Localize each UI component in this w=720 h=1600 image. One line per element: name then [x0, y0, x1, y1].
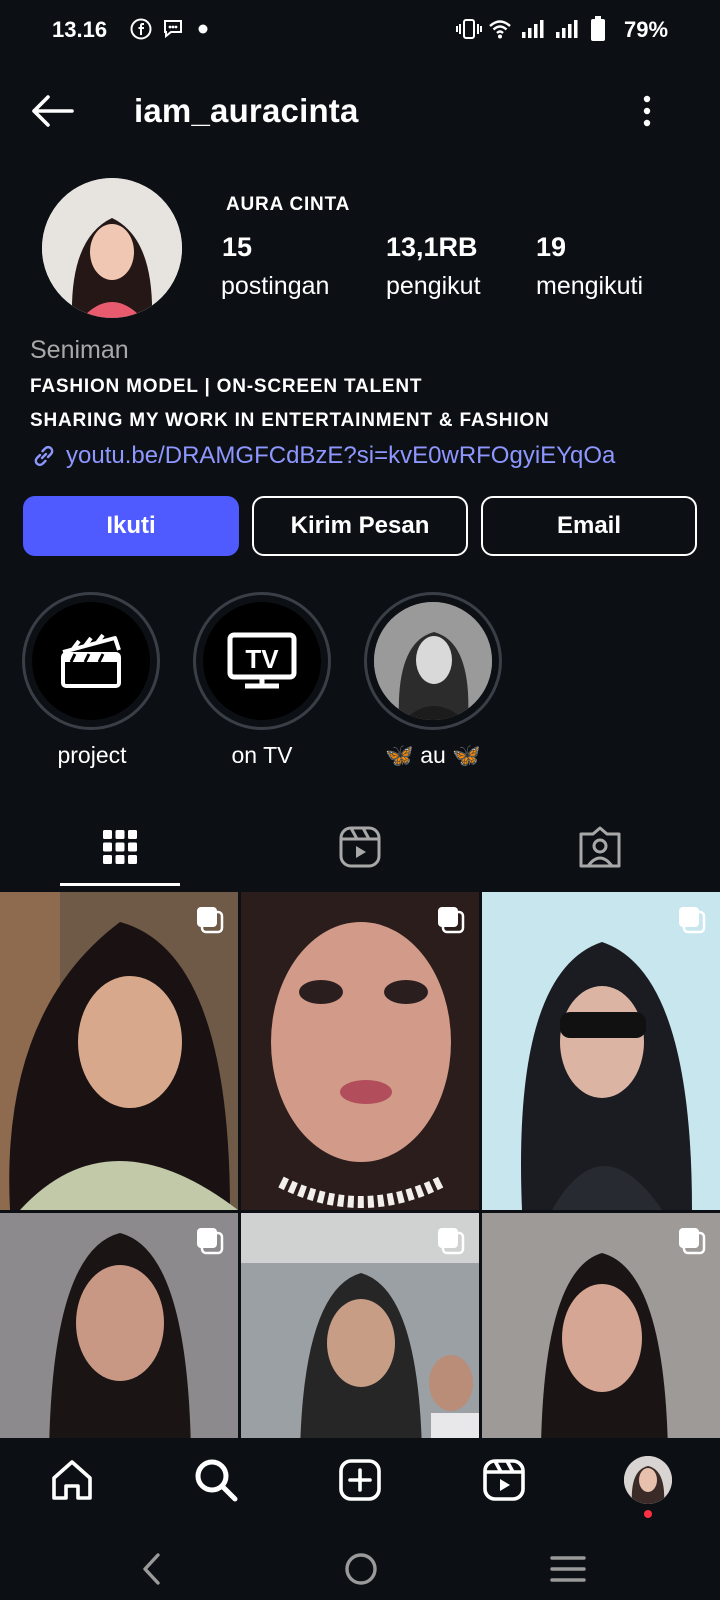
display-name: AURA CINTA [226, 194, 351, 215]
notification-dot-icon [198, 24, 208, 34]
bio-line-2: SHARING MY WORK IN ENTERTAINMENT & FASHI… [30, 410, 550, 431]
tv-icon: TV [227, 632, 297, 689]
signal-icon-2 [556, 20, 578, 38]
signal-icon [522, 20, 544, 38]
bio-line-1: FASHION MODEL | ON-SCREEN TALENT [30, 376, 423, 397]
header-username: iam_auracinta [134, 92, 359, 129]
multi-post-icon [438, 1228, 465, 1255]
multi-post-icon [679, 1228, 706, 1255]
follow-button[interactable]: Ikuti [23, 496, 239, 556]
highlight-project[interactable] [22, 592, 160, 730]
grid-icon [103, 830, 137, 864]
highlight-au-label: 🦋 au 🦋 [385, 742, 481, 768]
highlight-on-tv[interactable]: TV [193, 592, 331, 730]
post-thumbnail-2[interactable] [241, 892, 479, 1210]
profile-avatar-nav[interactable] [624, 1456, 672, 1504]
multi-post-icon [679, 907, 706, 934]
followers-label[interactable]: pengikut [386, 272, 481, 301]
system-navigation [0, 1538, 720, 1600]
multi-post-icon [197, 907, 224, 934]
svg-text:TV: TV [245, 644, 279, 674]
highlight-on-tv-label: on TV [231, 742, 293, 768]
following-count[interactable]: 19 [536, 232, 566, 263]
tab-grid[interactable] [0, 816, 240, 878]
system-home-icon[interactable] [344, 1552, 378, 1586]
posts-label: postingan [221, 272, 330, 300]
highlight-project-label: project [57, 742, 127, 768]
battery-level: 79% [624, 17, 669, 42]
status-bar: 13.16 79% [0, 0, 720, 62]
facebook-icon [130, 18, 152, 40]
system-back-icon[interactable] [140, 1552, 164, 1586]
multi-post-icon [438, 907, 465, 934]
following-label[interactable]: mengikuti [536, 272, 643, 301]
status-time: 13.16 [52, 17, 108, 42]
reels-icon[interactable] [482, 1458, 526, 1502]
messenger-icon [164, 20, 182, 39]
bio-link[interactable]: youtu.be/DRAMGFCdBzE?si=kvE0wRFOgyiEYqOa [30, 442, 615, 470]
active-tab-indicator [60, 883, 180, 886]
back-arrow-icon[interactable] [30, 94, 74, 128]
reels-tab-icon [339, 826, 381, 868]
create-icon[interactable] [338, 1458, 382, 1502]
system-recents-icon[interactable] [550, 1554, 586, 1584]
wifi-icon [489, 20, 511, 39]
home-icon[interactable] [50, 1458, 94, 1502]
message-button[interactable]: Kirim Pesan [252, 496, 468, 556]
bio-link-text[interactable]: youtu.be/DRAMGFCdBzE?si=kvE0wRFOgyiEYqOa [66, 442, 615, 470]
vibrate-icon [456, 19, 482, 39]
bottom-navigation [0, 1438, 720, 1538]
tab-tagged[interactable] [480, 816, 720, 878]
posts-count: 15 [222, 232, 253, 262]
tagged-icon [579, 826, 621, 868]
profile-avatar[interactable] [42, 178, 182, 318]
followers-count[interactable]: 13,1RB [386, 232, 478, 263]
profile-category: Seniman [30, 336, 129, 364]
highlight-au-photo [374, 602, 492, 720]
battery-icon [591, 16, 605, 41]
post-thumbnail-1[interactable] [0, 892, 238, 1210]
clapperboard-icon [61, 633, 121, 688]
tab-reels[interactable] [240, 816, 480, 878]
multi-post-icon [197, 1228, 224, 1255]
notification-dot [644, 1510, 652, 1518]
link-icon [34, 445, 54, 467]
search-icon[interactable] [194, 1458, 238, 1502]
highlight-au[interactable] [364, 592, 502, 730]
post-thumbnail-3[interactable] [482, 892, 720, 1210]
more-options-icon[interactable] [640, 94, 654, 128]
email-button[interactable]: Email [481, 496, 697, 556]
